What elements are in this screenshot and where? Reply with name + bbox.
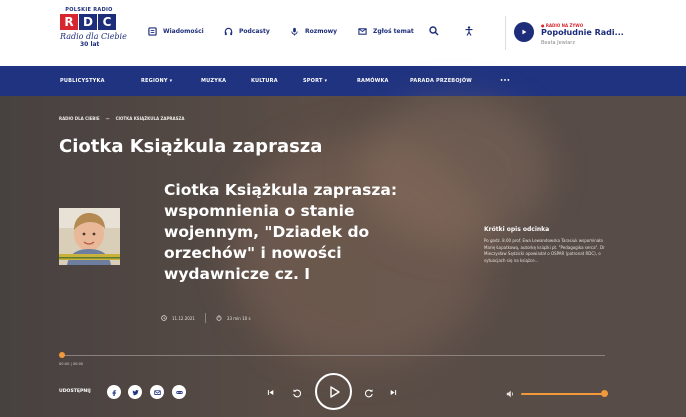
menu-item-publicystyka[interactable]: PUBLICYSTYKA — [60, 78, 105, 84]
menu-item-sport[interactable]: SPORT ▾ — [303, 78, 327, 84]
menu-item-regiony[interactable]: REGIONY ▾ — [141, 78, 172, 84]
twitter-icon[interactable] — [128, 385, 142, 399]
search-icon[interactable] — [428, 26, 440, 38]
link-icon[interactable] — [172, 385, 186, 399]
microphone-icon — [290, 27, 299, 36]
episode-meta: 11.12.2021 33 min 10 s — [161, 313, 251, 323]
progress-track[interactable] — [60, 355, 605, 356]
live-radio-widget[interactable]: ● RADIO NA ŻYWO Popołudnie Radi... Beata… — [505, 16, 686, 50]
menu-more[interactable]: ••• — [500, 78, 510, 84]
volume-slider[interactable] — [521, 393, 606, 395]
logo-letter: D — [79, 14, 97, 30]
progress-handle[interactable] — [59, 352, 65, 358]
nav-link-label: Podcasty — [239, 28, 270, 35]
breadcrumb-current[interactable]: CIOTKA KSIĄŻKULA ZAPRASZA — [116, 116, 185, 121]
logo-letter: R — [60, 14, 78, 30]
skip-previous-icon[interactable] — [264, 386, 276, 398]
episode-title: Ciotka Książkula zaprasza: wspomnienia o… — [164, 181, 398, 283]
headphones-icon — [224, 27, 233, 36]
description-heading: Krótki opis odcinka — [484, 226, 550, 233]
email-icon[interactable] — [150, 385, 164, 399]
volume-handle[interactable] — [601, 390, 608, 397]
logo-anniversary: 30 lat — [80, 41, 100, 48]
logo-letters: R D C — [60, 14, 118, 30]
nav-link-podcasts[interactable]: Podcasty — [224, 27, 270, 36]
nav-link-report[interactable]: Zgłoś temat — [358, 27, 414, 36]
facebook-icon[interactable] — [107, 385, 121, 399]
envelope-icon — [358, 27, 367, 36]
site-header: POLSKIE RADIO R D C Radio dla Ciebie 30 … — [0, 0, 686, 66]
time-readout: 00:00 | 00:00 — [59, 362, 84, 366]
forward-icon[interactable] — [362, 386, 376, 400]
rdc-logo[interactable]: POLSKIE RADIO R D C Radio dla Ciebie 30 … — [60, 7, 127, 61]
news-icon — [148, 27, 157, 36]
live-program-title[interactable]: Popołudnie Radi... — [541, 28, 624, 37]
play-icon — [329, 385, 340, 398]
accessibility-icon[interactable] — [463, 26, 475, 38]
clock-icon — [216, 314, 222, 322]
play-button[interactable] — [315, 373, 352, 410]
live-play-button[interactable] — [514, 22, 534, 42]
episode-duration: 33 min 10 s — [226, 315, 251, 321]
breadcrumb-home[interactable]: RADIO DLA CIEBIE — [59, 116, 100, 121]
nav-link-label: Rozmowy — [305, 28, 338, 35]
calendar-icon — [161, 314, 167, 322]
skip-next-icon[interactable] — [387, 386, 399, 398]
logo-letter: C — [98, 14, 116, 30]
page-title: Ciotka Książkula zaprasza — [59, 136, 323, 157]
description-text: Po godz. 8.00 prof. Ewa Lewandowska Tara… — [484, 238, 605, 263]
meta-divider — [204, 313, 206, 323]
nav-link-label: Wiadomości — [163, 28, 204, 35]
episode-thumbnail — [59, 208, 120, 265]
main-menu: PUBLICYSTYKA REGIONY ▾ MUZYKA KULTURA SP… — [0, 66, 686, 96]
share-label: UDOSTĘPNIJ — [59, 389, 91, 394]
breadcrumb: RADIO DLA CIEBIE — CIOTKA KSIĄŻKULA ZAPR… — [59, 116, 184, 121]
live-host: Beata Jewiarz — [541, 40, 575, 46]
menu-item-parada-przebojow[interactable]: PARADA PRZEBOJÓW — [410, 78, 472, 84]
logo-script: Radio dla Ciebie — [60, 32, 127, 41]
menu-item-ramowka[interactable]: RAMÓWKA — [357, 78, 389, 84]
nav-link-interviews[interactable]: Rozmowy — [290, 27, 337, 36]
menu-item-kultura[interactable]: KULTURA — [251, 78, 278, 84]
play-icon — [522, 29, 527, 35]
breadcrumb-separator: — — [105, 116, 110, 121]
rewind-icon[interactable] — [290, 386, 304, 400]
nav-link-news[interactable]: Wiadomości — [148, 27, 204, 36]
logo-brand-top: POLSKIE RADIO — [65, 7, 113, 13]
episode-date: 11.12.2021 — [172, 315, 195, 321]
volume-icon[interactable] — [505, 389, 515, 399]
menu-item-muzyka[interactable]: MUZYKA — [201, 78, 226, 84]
nav-link-label: Zgłoś temat — [373, 28, 414, 35]
